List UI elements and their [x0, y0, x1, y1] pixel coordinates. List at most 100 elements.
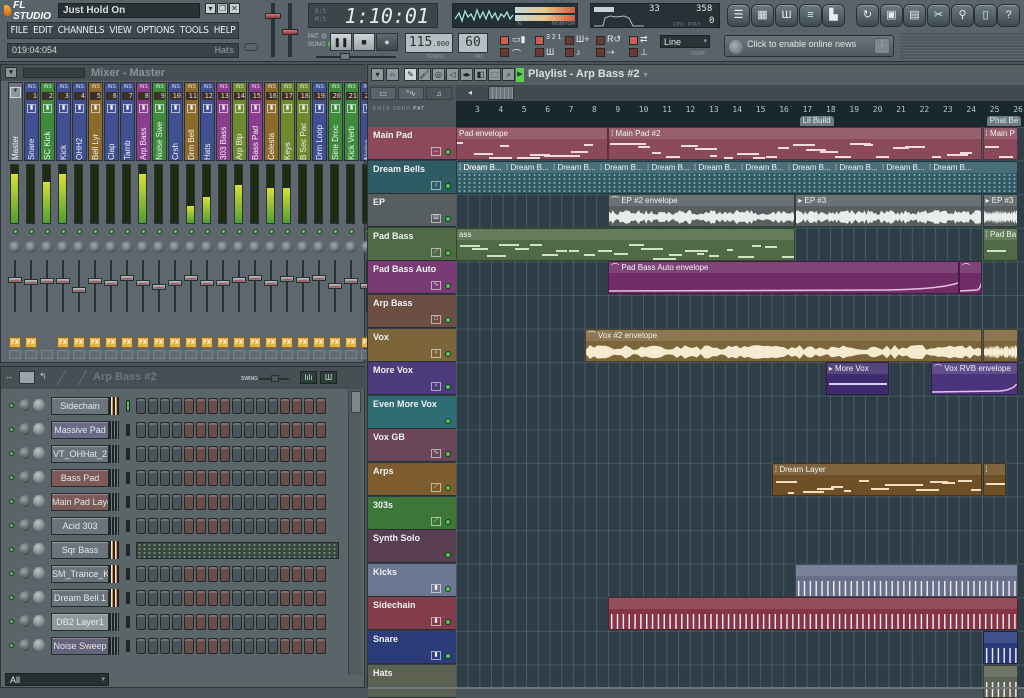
- step-button[interactable]: [304, 494, 314, 510]
- channel-mute-led[interactable]: [9, 619, 14, 624]
- mixer-strip[interactable]: INS 18 ▮ B Sec Pac FX: [296, 82, 311, 362]
- fx-button[interactable]: FX: [233, 337, 245, 348]
- step-button[interactable]: [160, 470, 170, 486]
- track-enable-led[interactable]: [445, 518, 451, 525]
- cut-button[interactable]: ✂: [927, 4, 950, 27]
- pattern-number-display[interactable]: 60: [458, 33, 488, 53]
- step-button[interactable]: [208, 518, 218, 534]
- step-button[interactable]: [172, 398, 182, 414]
- playlist-clip[interactable]: ▸ More Vox: [825, 362, 889, 396]
- step-button[interactable]: [184, 470, 194, 486]
- channel-select-indicator[interactable]: [126, 424, 130, 436]
- step-button[interactable]: [148, 422, 158, 438]
- volume-fader[interactable]: [72, 286, 86, 293]
- route-button[interactable]: [153, 350, 165, 359]
- step-button[interactable]: [244, 614, 254, 630]
- volume-fader[interactable]: [328, 283, 342, 289]
- fx-button[interactable]: FX: [153, 337, 165, 348]
- step-button[interactable]: [172, 446, 182, 462]
- playlist-track-header[interactable]: Pad Bass ⟋: [368, 227, 456, 261]
- step-button[interactable]: [304, 614, 314, 630]
- step-button[interactable]: [304, 638, 314, 654]
- fx-button[interactable]: FX: [281, 337, 293, 348]
- step-button[interactable]: [196, 638, 206, 654]
- channel-name-button[interactable]: Sidechain: [51, 397, 109, 415]
- pan-knob[interactable]: [313, 241, 325, 253]
- fl-studio-logo[interactable]: FL STUDIO: [4, 0, 60, 22]
- volume-fader[interactable]: [136, 280, 150, 287]
- mixer-strip[interactable]: INS 15 ▮ Bass Pad FX: [248, 82, 263, 362]
- strip-enable-led[interactable]: [13, 229, 18, 234]
- step-button[interactable]: [220, 518, 230, 534]
- playlist-clip[interactable]: ⁞ Dream B... ⁞ Dream B... ⁞ Dream B... ⁞ Dr…: [456, 160, 1018, 194]
- playlist-clip[interactable]: ⁞ Main P: [982, 127, 1018, 160]
- playlist-track-header[interactable]: Even More Vox: [368, 395, 456, 429]
- route-button[interactable]: [281, 350, 293, 359]
- strip-enable-led[interactable]: [45, 229, 50, 234]
- mixer-strip[interactable]: INS 5 ▮ Bell Lyr FX: [88, 82, 103, 362]
- step-button[interactable]: [268, 518, 278, 534]
- strip-header[interactable]: INS 18 ▮ B Sec Pac: [296, 82, 311, 161]
- slip-tool-icon[interactable]: ◂▸: [460, 68, 473, 81]
- channel-volume-knob[interactable]: [19, 495, 31, 507]
- strip-header[interactable]: INS 14 ▮ Arp Blp: [232, 82, 247, 161]
- channel-select-indicator[interactable]: [126, 496, 130, 508]
- step-button[interactable]: [280, 518, 290, 534]
- strip-header[interactable]: INS 20 ▮ Sine Droc: [328, 82, 343, 161]
- browser-button[interactable]: ≡: [799, 4, 822, 27]
- volume-fader[interactable]: [264, 280, 278, 287]
- step-button[interactable]: [232, 494, 242, 510]
- step-button[interactable]: [292, 398, 302, 414]
- step-button[interactable]: [196, 446, 206, 462]
- fx-button[interactable]: FX: [9, 337, 21, 348]
- menu-file[interactable]: FILE: [11, 25, 29, 36]
- channel-volume-knob[interactable]: [19, 567, 31, 579]
- step-button[interactable]: [280, 566, 290, 582]
- step-button[interactable]: [160, 494, 170, 510]
- playlist-clip[interactable]: ⁞: [982, 463, 1006, 496]
- step-button[interactable]: [148, 398, 158, 414]
- channel-name-button[interactable]: Noise Sweep: [51, 637, 109, 655]
- fx-button[interactable]: FX: [313, 337, 325, 348]
- pause-button[interactable]: ❚❚: [330, 33, 352, 51]
- mixer-strip[interactable]: INS 14 ▮ Arp Blp FX: [232, 82, 247, 362]
- track-enable-led[interactable]: [445, 585, 451, 592]
- route-button[interactable]: [233, 350, 245, 359]
- step-button[interactable]: [316, 422, 326, 438]
- step-button[interactable]: [256, 566, 266, 582]
- step-button[interactable]: [172, 566, 182, 582]
- step-button[interactable]: [244, 446, 254, 462]
- step-button[interactable]: [292, 590, 302, 606]
- step-button[interactable]: [292, 446, 302, 462]
- step-button[interactable]: [148, 494, 158, 510]
- route-button[interactable]: [73, 350, 85, 359]
- playlist-clip[interactable]: ⌒: [959, 261, 983, 295]
- pat-led[interactable]: [320, 33, 327, 40]
- step-button[interactable]: [256, 638, 266, 654]
- step-button[interactable]: [292, 422, 302, 438]
- route-button[interactable]: [89, 350, 101, 359]
- playlist-clip[interactable]: ⁞ Dream Layer: [771, 463, 983, 496]
- route-button[interactable]: [121, 350, 133, 359]
- strip-enable-led[interactable]: [157, 229, 162, 234]
- playlist-clip[interactable]: ▸ EP #3: [795, 194, 983, 228]
- playlist-track-header[interactable]: Vox GB ∿: [368, 429, 456, 463]
- track-enable-led[interactable]: [445, 317, 451, 323]
- route-button[interactable]: [57, 350, 69, 359]
- playlist-clip[interactable]: ⁞ Pad Ba: [982, 227, 1018, 261]
- strip-enable-led[interactable]: [189, 229, 194, 234]
- step-button[interactable]: [280, 638, 290, 654]
- track-enable-led[interactable]: [445, 417, 451, 424]
- fx-button[interactable]: FX: [73, 337, 85, 348]
- step-button[interactable]: [304, 518, 314, 534]
- volume-fader[interactable]: [184, 275, 198, 282]
- track-enable-led[interactable]: [445, 182, 451, 189]
- resize-icon[interactable]: ↔: [5, 372, 13, 381]
- playlist-clip[interactable]: ⌒ EP #2 envelope: [608, 194, 796, 228]
- step-button[interactable]: [196, 470, 206, 486]
- playlist-track-header[interactable]: Arps ⟋: [368, 463, 456, 496]
- step-button[interactable]: [208, 590, 218, 606]
- volume-fader[interactable]: [24, 279, 38, 286]
- channel-name-button[interactable]: Bass Pad: [51, 469, 109, 487]
- window-menu-icon[interactable]: ▾: [371, 68, 384, 81]
